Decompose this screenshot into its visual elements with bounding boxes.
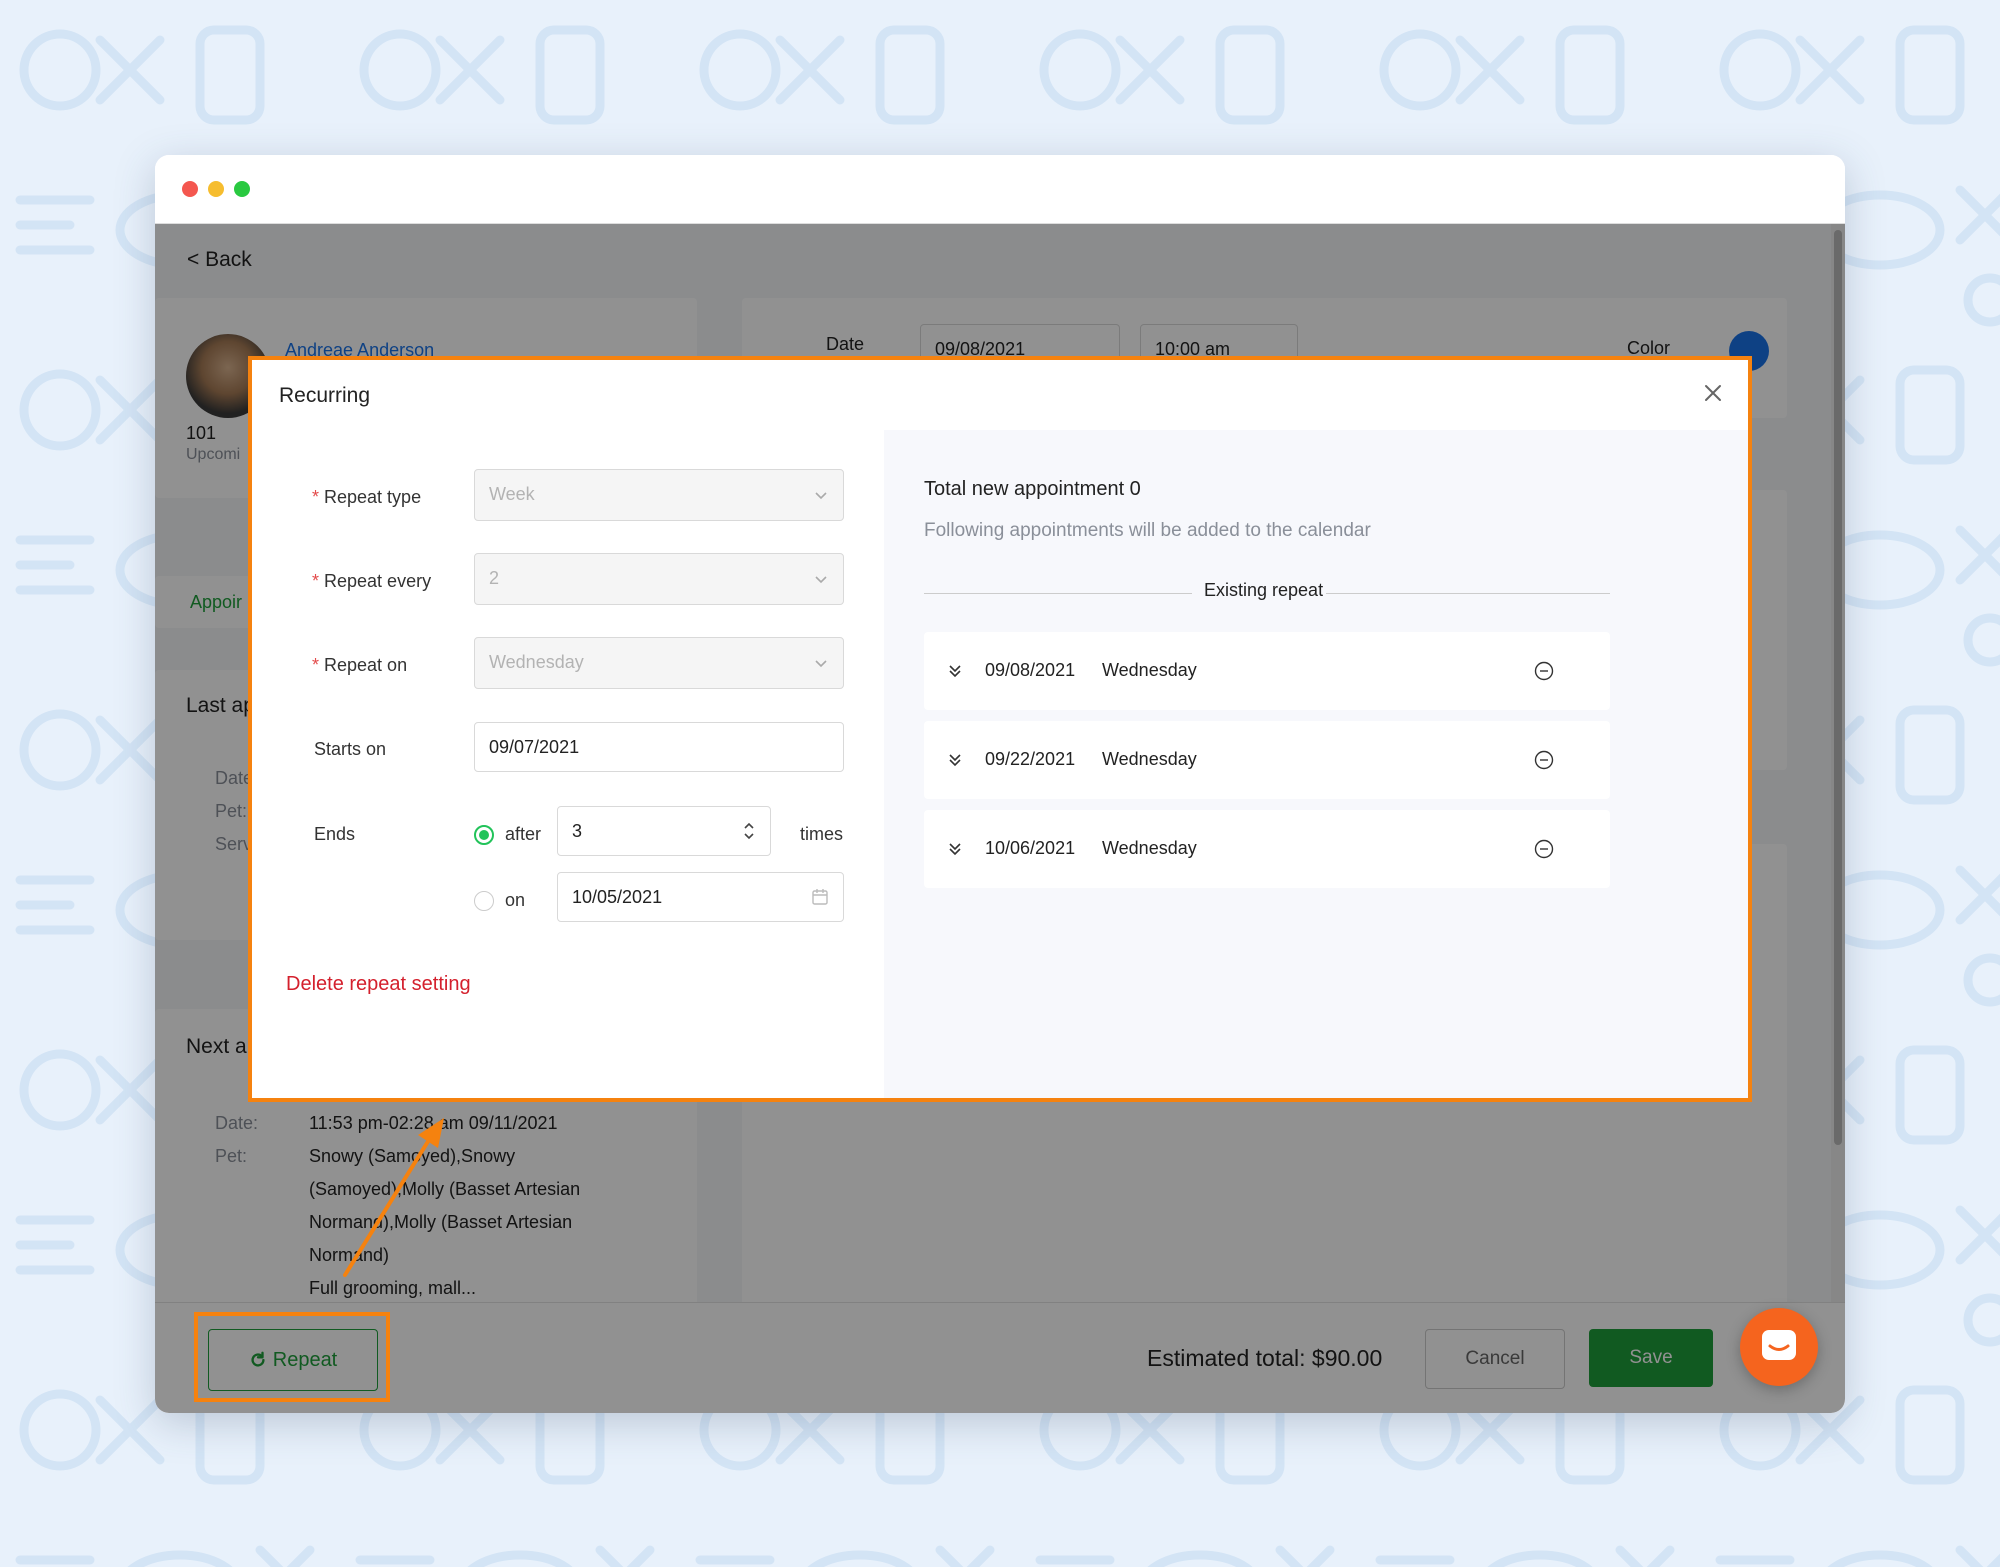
recurring-modal: Recurring * Repeat type Week * Repeat ever… <box>248 356 1752 1102</box>
repeat-every-label: * Repeat every <box>312 571 432 591</box>
end-date-input[interactable]: 10/05/2021 <box>557 872 844 922</box>
stepper-arrows-icon[interactable] <box>742 820 756 842</box>
appointment-day: Wednesday <box>1102 660 1197 680</box>
summary-subtitle: Following appointments will be added to … <box>924 520 1371 541</box>
summary-title: Total new appointment 0 <box>924 478 1141 500</box>
minimize-window-dot[interactable] <box>208 181 224 197</box>
maximize-window-dot[interactable] <box>234 181 250 197</box>
window-titlebar <box>155 155 1845 224</box>
repeat-every-select[interactable]: 2 <box>474 553 844 605</box>
repeat-highlight <box>194 1312 390 1402</box>
repeat-type-label: * Repeat type <box>312 487 422 507</box>
existing-repeat-label: Existing repeat <box>1204 580 1324 600</box>
appointment-date: 09/08/2021 <box>985 660 1076 680</box>
close-window-dot[interactable] <box>182 181 198 197</box>
appointment-date: 10/06/2021 <box>985 838 1076 858</box>
calendar-icon <box>812 889 828 905</box>
remove-circle-icon[interactable] <box>1534 839 1554 859</box>
repeat-on-label: * Repeat on <box>312 655 408 675</box>
list-item: 09/22/2021 Wednesday <box>924 721 1610 799</box>
appointments-preview-panel: Total new appointment 0 Following appoin… <box>884 430 1748 1098</box>
repeat-type-select[interactable]: Week <box>474 469 844 521</box>
double-chevron-down-icon[interactable] <box>946 751 964 769</box>
ends-label: Ends <box>314 824 356 844</box>
appointment-day: Wednesday <box>1102 749 1197 769</box>
times-label: times <box>800 824 844 844</box>
on-label: on <box>505 890 526 910</box>
list-item: 09/08/2021 Wednesday <box>924 632 1610 710</box>
double-chevron-down-icon[interactable] <box>946 840 964 858</box>
list-item: 10/06/2021 Wednesday <box>924 810 1610 888</box>
delete-repeat-link[interactable]: Delete repeat setting <box>286 973 471 996</box>
modal-title: Recurring <box>279 384 371 407</box>
ends-on-radio[interactable] <box>474 891 494 911</box>
remove-circle-icon[interactable] <box>1534 750 1554 770</box>
chat-launcher-button[interactable] <box>1740 1308 1818 1386</box>
starts-on-label: Starts on <box>314 739 387 759</box>
after-label: after <box>505 824 542 844</box>
chat-icon <box>1762 1330 1796 1360</box>
chevron-down-icon <box>815 660 827 668</box>
repeat-on-select[interactable]: Wednesday <box>474 637 844 689</box>
ends-after-radio[interactable] <box>474 825 494 845</box>
divider-left <box>924 593 1192 594</box>
chevron-down-icon <box>815 576 827 584</box>
remove-circle-icon[interactable] <box>1534 661 1554 681</box>
starts-on-input[interactable]: 09/07/2021 <box>474 722 844 772</box>
divider-right <box>1326 593 1610 594</box>
double-chevron-down-icon[interactable] <box>946 662 964 680</box>
appointment-date: 09/22/2021 <box>985 749 1076 769</box>
close-icon[interactable] <box>1702 382 1724 404</box>
occurrences-stepper[interactable]: 3 <box>557 806 771 856</box>
repeat-settings-panel: * Repeat type Week * Repeat every 2 * Repea… <box>252 430 884 1098</box>
chevron-down-icon <box>815 492 827 500</box>
modal-header: Recurring <box>252 360 1748 431</box>
appointment-day: Wednesday <box>1102 838 1197 858</box>
